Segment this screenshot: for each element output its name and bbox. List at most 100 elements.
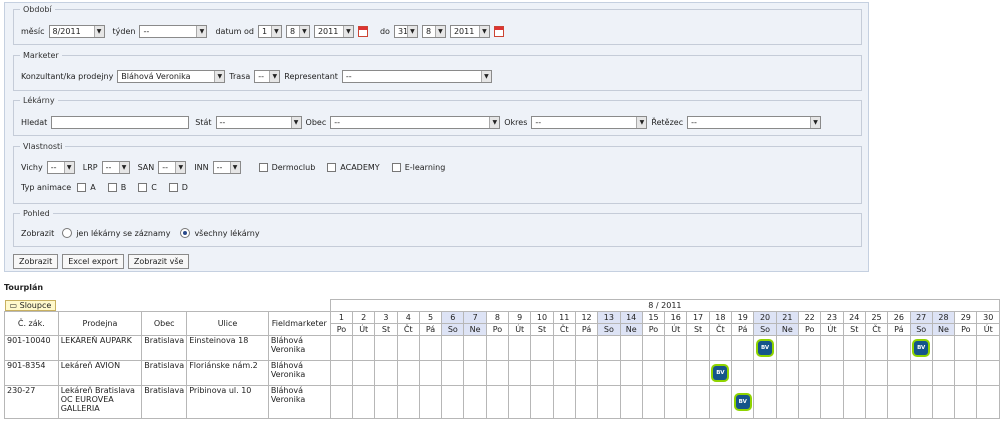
- day-cell[interactable]: [352, 334, 376, 361]
- day-cell[interactable]: [708, 334, 733, 361]
- day-cell[interactable]: [664, 359, 688, 386]
- day-cell[interactable]: [775, 359, 800, 386]
- day-cell[interactable]: [798, 359, 822, 386]
- day-cell[interactable]: [441, 384, 465, 419]
- day-cell[interactable]: [552, 359, 576, 386]
- day-cell[interactable]: [530, 384, 554, 419]
- day-cell[interactable]: [597, 359, 621, 386]
- type-c-checkbox[interactable]: [138, 183, 148, 192]
- day-cell[interactable]: [508, 384, 532, 419]
- records-only-radio[interactable]: [62, 228, 73, 238]
- district-select[interactable]: -- ▼: [531, 116, 648, 129]
- day-cell[interactable]: [887, 334, 911, 361]
- week-select[interactable]: -- ▼: [139, 25, 208, 38]
- day-cell[interactable]: [775, 334, 800, 361]
- day-cell[interactable]: [954, 359, 978, 386]
- day-cell[interactable]: [864, 359, 889, 386]
- day-cell[interactable]: [887, 384, 911, 419]
- city-select[interactable]: -- ▼: [330, 116, 501, 129]
- route-select[interactable]: -- ▼: [254, 70, 281, 83]
- date-from-year-select[interactable]: 2011 ▼: [313, 25, 354, 38]
- day-cell[interactable]: [508, 359, 532, 386]
- day-cell[interactable]: [842, 334, 866, 361]
- day-cell[interactable]: BV: [731, 384, 755, 419]
- day-cell[interactable]: [530, 334, 554, 361]
- day-cell[interactable]: [753, 384, 777, 419]
- day-cell[interactable]: [976, 359, 1000, 386]
- day-cell[interactable]: [976, 334, 1000, 361]
- day-cell[interactable]: [619, 384, 643, 419]
- academy-checkbox[interactable]: [327, 163, 337, 172]
- day-cell[interactable]: BV: [753, 334, 777, 361]
- day-cell[interactable]: [619, 334, 643, 361]
- day-cell[interactable]: [485, 359, 510, 386]
- day-cell[interactable]: [931, 334, 956, 361]
- type-d-checkbox[interactable]: [168, 183, 178, 192]
- day-cell[interactable]: [329, 359, 354, 386]
- chain-select[interactable]: -- ▼: [687, 116, 822, 129]
- date-to-day-select[interactable]: 31 ▼: [393, 25, 418, 38]
- day-cell[interactable]: [820, 359, 844, 386]
- day-cell[interactable]: [753, 359, 777, 386]
- calendar-icon[interactable]: [357, 26, 368, 37]
- day-cell[interactable]: [842, 384, 866, 419]
- day-cell[interactable]: [909, 384, 933, 419]
- day-cell[interactable]: [708, 384, 733, 419]
- day-cell[interactable]: [619, 359, 643, 386]
- date-from-day-select[interactable]: 1 ▼: [257, 25, 282, 38]
- day-cell[interactable]: [820, 384, 844, 419]
- lrp-select[interactable]: -- ▼: [101, 161, 130, 174]
- elearning-checkbox[interactable]: [391, 163, 401, 172]
- show-all-button[interactable]: Zobrazit vše: [127, 254, 190, 269]
- day-cell[interactable]: [552, 334, 576, 361]
- day-cell[interactable]: [597, 334, 621, 361]
- day-cell[interactable]: [552, 384, 576, 419]
- day-cell[interactable]: [441, 359, 465, 386]
- visit-badge[interactable]: BV: [914, 340, 929, 355]
- columns-button[interactable]: ▭ Sloupce: [4, 299, 57, 311]
- day-cell[interactable]: [418, 334, 443, 361]
- vichy-select[interactable]: -- ▼: [46, 161, 75, 174]
- visit-badge[interactable]: BV: [735, 394, 750, 409]
- month-select[interactable]: 8/2011 ▼: [48, 25, 105, 38]
- day-cell[interactable]: [396, 359, 420, 386]
- day-cell[interactable]: [641, 334, 666, 361]
- day-cell[interactable]: [954, 384, 978, 419]
- date-from-month-select[interactable]: 8 ▼: [285, 25, 310, 38]
- day-cell[interactable]: [775, 384, 800, 419]
- day-cell[interactable]: [820, 334, 844, 361]
- day-cell[interactable]: [574, 334, 599, 361]
- day-cell[interactable]: [864, 384, 889, 419]
- day-cell[interactable]: [931, 359, 956, 386]
- search-input[interactable]: [51, 116, 190, 129]
- all-pharmacies-radio[interactable]: [180, 228, 191, 238]
- visit-badge[interactable]: BV: [758, 340, 773, 355]
- date-to-year-select[interactable]: 2011 ▼: [449, 25, 490, 38]
- day-cell[interactable]: [463, 359, 487, 386]
- day-cell[interactable]: [418, 384, 443, 419]
- day-cell[interactable]: [441, 334, 465, 361]
- day-cell[interactable]: [641, 384, 666, 419]
- day-cell[interactable]: [374, 359, 398, 386]
- day-cell[interactable]: [664, 384, 688, 419]
- day-cell[interactable]: [396, 384, 420, 419]
- day-cell[interactable]: [731, 334, 755, 361]
- excel-export-button[interactable]: Excel export: [62, 254, 124, 269]
- day-cell[interactable]: [485, 334, 510, 361]
- day-cell[interactable]: [798, 384, 822, 419]
- visit-badge[interactable]: BV: [713, 365, 728, 380]
- representant-select[interactable]: -- ▼: [341, 70, 492, 83]
- day-cell[interactable]: [574, 359, 599, 386]
- day-cell[interactable]: [731, 359, 755, 386]
- san-select[interactable]: -- ▼: [158, 161, 187, 174]
- day-cell[interactable]: [887, 359, 911, 386]
- day-cell[interactable]: [352, 359, 376, 386]
- day-cell[interactable]: [686, 334, 710, 361]
- day-cell[interactable]: BV: [909, 334, 933, 361]
- type-b-checkbox[interactable]: [107, 183, 117, 192]
- day-cell[interactable]: [954, 334, 978, 361]
- day-cell[interactable]: [686, 359, 710, 386]
- day-cell[interactable]: [352, 384, 376, 419]
- day-cell[interactable]: [686, 384, 710, 419]
- day-cell[interactable]: [508, 334, 532, 361]
